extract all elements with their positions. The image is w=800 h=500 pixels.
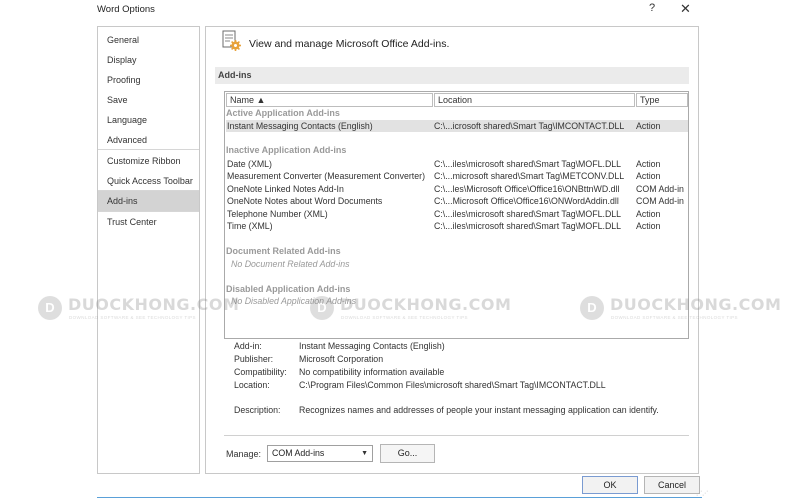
sidebar-item-quick-access-toolbar[interactable]: Quick Access Toolbar: [98, 171, 199, 191]
detail-value-location: C:\Program Files\Common Files\microsoft …: [299, 380, 606, 390]
addin-name: Date (XML): [227, 159, 272, 169]
addin-location: C:\...iles\microsoft shared\Smart Tag\MO…: [434, 221, 622, 231]
detail-label-location: Location:: [234, 380, 270, 390]
close-button[interactable]: ✕: [680, 1, 691, 17]
sidebar-item-proofing[interactable]: Proofing: [98, 70, 199, 90]
addin-type: COM Add-in: [636, 184, 684, 194]
cancel-button[interactable]: Cancel: [644, 476, 700, 494]
table-row[interactable]: OneNote Linked Notes Add-In C:\...les\Mi…: [226, 183, 688, 195]
sidebar-item-add-ins[interactable]: Add-ins: [98, 191, 199, 211]
addin-type: Action: [636, 209, 661, 219]
addin-location: C:\...les\Microsoft Office\Office16\ONBt…: [434, 184, 620, 194]
empty-document-addins: No Document Related Add-ins: [231, 259, 350, 269]
addin-location: C:\...iles\microsoft shared\Smart Tag\MO…: [434, 209, 622, 219]
section-divider: [224, 435, 689, 436]
group-inactive-addins: Inactive Application Add-ins: [226, 145, 347, 155]
addin-name: OneNote Notes about Word Documents: [227, 196, 383, 206]
addin-name: Instant Messaging Contacts (English): [227, 121, 373, 131]
addin-name: Time (XML): [227, 221, 273, 231]
addin-type: Action: [636, 171, 661, 181]
addin-location: C:\...Microsoft Office\Office16\ONWordAd…: [434, 196, 619, 206]
sidebar-item-display[interactable]: Display: [98, 50, 199, 70]
header-text: View and manage Microsoft Office Add-ins…: [249, 38, 450, 50]
sidebar-divider: [98, 149, 199, 150]
detail-value-addin: Instant Messaging Contacts (English): [299, 341, 445, 351]
sidebar-item-customize-ribbon[interactable]: Customize Ribbon: [98, 151, 199, 171]
detail-label-compatibility: Compatibility:: [234, 367, 287, 377]
table-row[interactable]: OneNote Notes about Word Documents C:\..…: [226, 195, 688, 207]
manage-selected-value: COM Add-ins: [272, 448, 325, 458]
column-header-type[interactable]: Type: [636, 93, 688, 107]
addin-name: OneNote Linked Notes Add-In: [227, 184, 344, 194]
sidebar-item-language[interactable]: Language: [98, 110, 199, 130]
addin-type: Action: [636, 121, 661, 131]
group-disabled-addins: Disabled Application Add-ins: [226, 284, 351, 294]
addin-name: Telephone Number (XML): [227, 209, 328, 219]
detail-value-compatibility: No compatibility information available: [299, 367, 445, 377]
sidebar-item-advanced[interactable]: Advanced: [98, 130, 199, 150]
addin-location: C:\...microsoft shared\Smart Tag\METCONV…: [434, 171, 625, 181]
help-button[interactable]: ?: [649, 2, 655, 14]
ok-button[interactable]: OK: [582, 476, 638, 494]
column-header-location[interactable]: Location: [434, 93, 635, 107]
manage-label: Manage:: [226, 449, 262, 459]
chevron-down-icon: ▼: [361, 450, 368, 457]
detail-value-publisher: Microsoft Corporation: [299, 354, 384, 364]
detail-label-addin: Add-in:: [234, 341, 262, 351]
addins-gear-icon: [222, 30, 241, 51]
addin-type: COM Add-in: [636, 196, 684, 206]
manage-select[interactable]: COM Add-ins ▼: [267, 445, 373, 462]
watermark-d-icon: D: [38, 296, 62, 320]
title-bar: Word Options ? ✕: [0, 0, 800, 18]
options-sidebar: General Display Proofing Save Language A…: [97, 26, 200, 474]
sidebar-item-save[interactable]: Save: [98, 90, 199, 110]
window-title: Word Options: [97, 4, 155, 15]
detail-label-publisher: Publisher:: [234, 354, 274, 364]
column-header-name[interactable]: Name ▲: [226, 93, 433, 107]
group-active-addins: Active Application Add-ins: [226, 108, 340, 118]
table-row[interactable]: Time (XML) C:\...iles\microsoft shared\S…: [226, 220, 688, 232]
detail-label-description: Description:: [234, 405, 281, 415]
window-bottom-border: [97, 497, 702, 498]
go-button[interactable]: Go...: [380, 444, 435, 463]
table-row[interactable]: Telephone Number (XML) C:\...iles\micros…: [226, 208, 688, 220]
table-row[interactable]: Instant Messaging Contacts (English) C:\…: [226, 120, 688, 132]
addin-location: C:\...iles\microsoft shared\Smart Tag\MO…: [434, 159, 622, 169]
sidebar-item-general[interactable]: General: [98, 30, 199, 50]
table-row[interactable]: Measurement Converter (Measurement Conve…: [226, 170, 688, 182]
empty-disabled-addins: No Disabled Application Add-ins: [231, 296, 357, 306]
sidebar-item-trust-center[interactable]: Trust Center: [98, 212, 199, 232]
table-row[interactable]: Date (XML) C:\...iles\microsoft shared\S…: [226, 158, 688, 170]
resize-grip-icon[interactable]: ⋰⋰: [696, 490, 708, 497]
addin-name: Measurement Converter (Measurement Conve…: [227, 171, 426, 181]
detail-value-description: Recognizes names and addresses of people…: [299, 405, 659, 415]
addin-location: C:\...icrosoft shared\Smart Tag\IMCONTAC…: [434, 121, 625, 131]
addin-type: Action: [636, 159, 661, 169]
addins-table: Name ▲ Location Type Active Application …: [224, 91, 689, 339]
group-document-addins: Document Related Add-ins: [226, 246, 341, 256]
section-title: Add-ins: [215, 67, 689, 84]
addin-type: Action: [636, 221, 661, 231]
